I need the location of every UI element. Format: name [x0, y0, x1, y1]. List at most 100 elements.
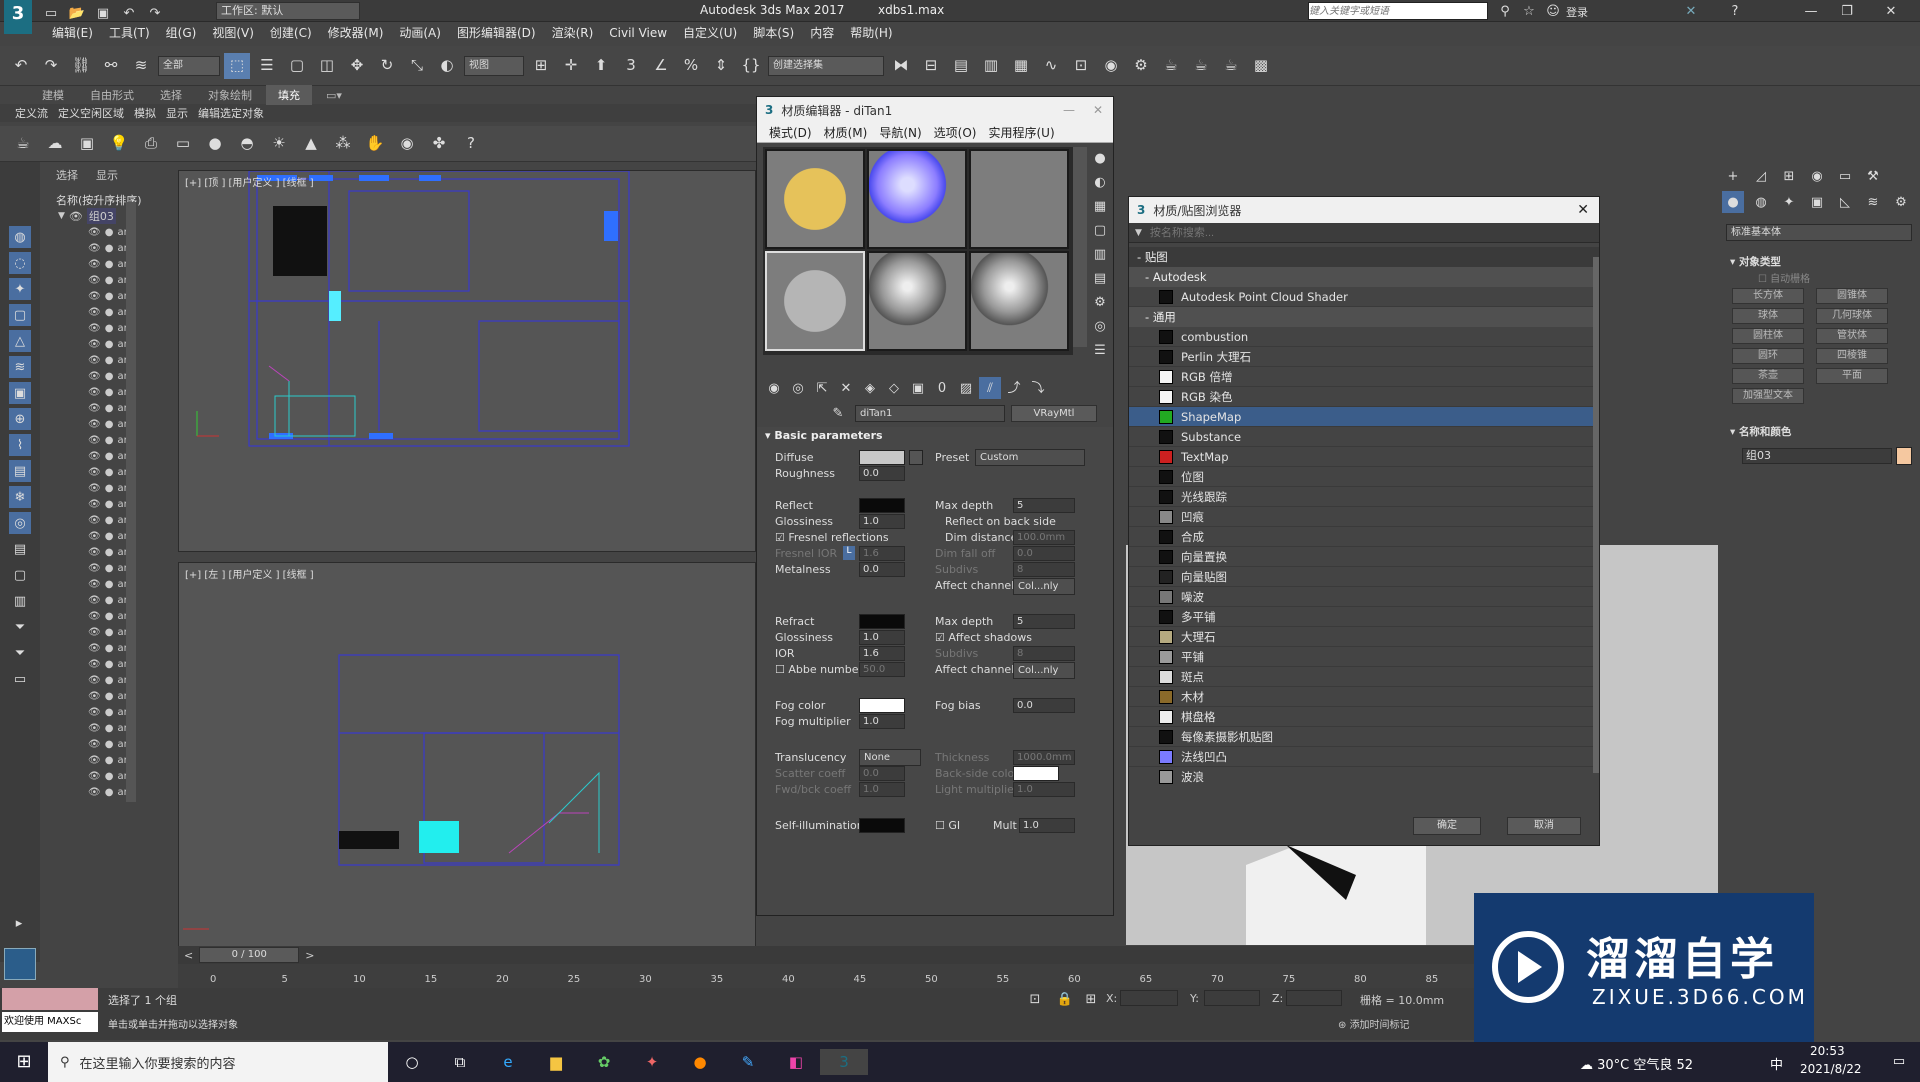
login-link[interactable]: 登录: [1566, 4, 1588, 20]
link-icon[interactable]: ⛓: [68, 53, 94, 79]
tab-selection[interactable]: 选择: [148, 85, 194, 105]
freeze-icon[interactable]: ●: [105, 467, 114, 478]
menu-content[interactable]: 内容: [802, 22, 842, 44]
reset-map-icon[interactable]: ✕: [835, 377, 857, 399]
subgroup-autodesk[interactable]: - Autodesk: [1129, 267, 1599, 287]
funnel-icon[interactable]: ⏷: [9, 642, 31, 664]
plane-icon[interactable]: ▭: [170, 131, 196, 157]
filter-invert-icon[interactable]: ▥: [9, 590, 31, 612]
matedit-menu-material[interactable]: 材质(M): [818, 124, 874, 141]
backside-color-swatch[interactable]: [1013, 766, 1059, 781]
filter-spacewarps-icon[interactable]: ≋: [9, 356, 31, 378]
app-icon-3[interactable]: ◧: [772, 1049, 820, 1075]
fresnel-ior-lock[interactable]: L: [843, 546, 855, 560]
video-check-icon[interactable]: ▥: [1089, 243, 1111, 265]
freeze-icon[interactable]: ●: [105, 675, 114, 686]
material-id-icon[interactable]: 0: [931, 377, 953, 399]
eye-icon[interactable]: 👁: [88, 467, 101, 478]
render-cloud-icon[interactable]: ▩: [1248, 53, 1274, 79]
ribbon-toggle-icon[interactable]: ▥: [978, 53, 1004, 79]
fog-bias-spinner[interactable]: 0.0: [1013, 698, 1075, 713]
freeze-icon[interactable]: ●: [105, 339, 114, 350]
lights-icon[interactable]: ✦: [1778, 191, 1800, 213]
snap-toggle-icon[interactable]: 3: [618, 53, 644, 79]
x-coord-field[interactable]: [1120, 990, 1178, 1006]
dim-distance-label[interactable]: Dim distance: [945, 531, 1017, 544]
scene-list-item[interactable]: 👁 ● ar: [40, 672, 172, 688]
copy-material-icon[interactable]: ◈: [859, 377, 881, 399]
material-type-button[interactable]: VRayMtl: [1011, 404, 1097, 422]
ribbon-edit-selected[interactable]: 编辑选定对象: [193, 105, 269, 121]
ref-coord-select[interactable]: 视图: [464, 55, 524, 76]
go-to-parent-icon[interactable]: ⤴: [1003, 377, 1025, 399]
textplus-button[interactable]: 加强型文本: [1732, 388, 1804, 404]
light-icon[interactable]: 💡: [106, 131, 132, 157]
time-prev-icon[interactable]: <: [178, 949, 199, 962]
scene-root-group[interactable]: 组03: [86, 208, 116, 224]
freeze-icon[interactable]: ●: [105, 291, 114, 302]
scene-list-item[interactable]: 👁 ● ar: [40, 640, 172, 656]
fog-multiplier-spinner[interactable]: 1.0: [859, 714, 905, 729]
ok-button[interactable]: 确定: [1413, 817, 1481, 835]
scale-icon[interactable]: ⤡: [404, 53, 430, 79]
eye-icon[interactable]: 👁: [88, 691, 101, 702]
browser-scrollbar[interactable]: [1593, 257, 1599, 773]
eye-icon[interactable]: 👁: [88, 387, 101, 398]
filter-none-icon[interactable]: ▢: [9, 564, 31, 586]
map-navigator-icon[interactable]: ☰: [1089, 339, 1111, 361]
freeze-icon[interactable]: ●: [105, 659, 114, 670]
scene-list-item[interactable]: 👁 ● ar: [40, 704, 172, 720]
map-list-item[interactable]: 斑点: [1129, 667, 1599, 687]
menu-group[interactable]: 组(G): [158, 22, 205, 44]
freeze-icon[interactable]: ●: [105, 723, 114, 734]
clock-date[interactable]: 2021/8/22: [1800, 1062, 1862, 1076]
dome-icon[interactable]: ◓: [234, 131, 260, 157]
scene-list-item[interactable]: 👁 ● ar: [40, 736, 172, 752]
freeze-icon[interactable]: ●: [105, 259, 114, 270]
fwdbck-spinner[interactable]: 1.0: [859, 782, 905, 797]
open-file-icon[interactable]: 📂: [66, 2, 88, 24]
freeze-icon[interactable]: ●: [105, 275, 114, 286]
cloud-icon[interactable]: ☁: [42, 131, 68, 157]
scene-list-item[interactable]: 👁 ● ar: [40, 752, 172, 768]
filter-helpers-icon[interactable]: △: [9, 330, 31, 352]
map-list-item[interactable]: RGB 倍增: [1129, 367, 1599, 387]
ribbon-define-idle[interactable]: 定义空闲区域: [53, 105, 129, 121]
scene-list-item[interactable]: 👁 ● ar: [40, 656, 172, 672]
geometry-icon[interactable]: ●: [1722, 191, 1744, 213]
freeze-icon[interactable]: ●: [105, 771, 114, 782]
freeze-icon[interactable]: ●: [105, 627, 114, 638]
menu-civil-view[interactable]: Civil View: [601, 22, 675, 44]
scene-list-item[interactable]: 👁 ● ar: [40, 416, 172, 432]
dim-falloff-spinner[interactable]: 0.0: [1013, 546, 1075, 561]
edge-icon[interactable]: e: [484, 1049, 532, 1075]
matedit-menu-navigation[interactable]: 导航(N): [873, 124, 927, 141]
rotate-icon[interactable]: ↻: [374, 53, 400, 79]
scene-list-item[interactable]: 👁 ● ar: [40, 528, 172, 544]
restore-icon[interactable]: ❐: [1836, 0, 1858, 22]
menu-rendering[interactable]: 渲染(R): [544, 22, 602, 44]
maxscript-listener[interactable]: [2, 988, 98, 1010]
freeze-icon[interactable]: ●: [105, 307, 114, 318]
affect-channels-select[interactable]: Col...nly: [1013, 578, 1075, 595]
isolate-icon[interactable]: ⊡: [1024, 988, 1046, 1010]
select-by-material-icon[interactable]: ◎: [1089, 315, 1111, 337]
scene-list-item[interactable]: 👁 ● ar: [40, 448, 172, 464]
put-to-library-icon[interactable]: ▣: [907, 377, 929, 399]
teapot-button[interactable]: 茶壶: [1732, 368, 1804, 384]
sample-type-icon[interactable]: ●: [1089, 147, 1111, 169]
scene-list-item[interactable]: 👁 ● ar: [40, 496, 172, 512]
menu-customize[interactable]: 自定义(U): [675, 22, 745, 44]
tube-button[interactable]: 管状体: [1816, 328, 1888, 344]
freeze-icon[interactable]: ●: [105, 387, 114, 398]
eye-icon[interactable]: 👁: [88, 291, 101, 302]
tab-freeform[interactable]: 自由形式: [78, 85, 146, 105]
map-list-item[interactable]: 棋盘格: [1129, 707, 1599, 727]
freeze-icon[interactable]: ●: [105, 355, 114, 366]
ball-icon[interactable]: ◉: [394, 131, 420, 157]
utilities-tab-icon[interactable]: ⚒: [1862, 165, 1884, 187]
sphere-button[interactable]: 球体: [1732, 308, 1804, 324]
undo-icon[interactable]: ↶: [118, 2, 140, 24]
sample-slot-3[interactable]: [969, 149, 1069, 249]
sphere-icon[interactable]: ●: [202, 131, 228, 157]
